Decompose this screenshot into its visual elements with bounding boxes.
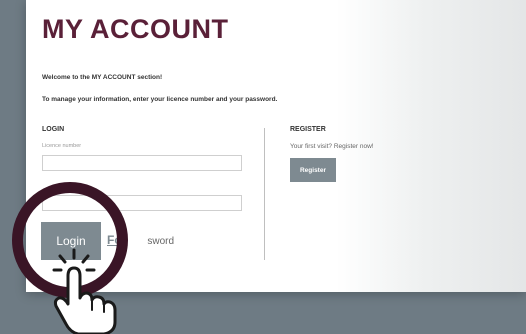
login-heading: LOGIN: [42, 126, 65, 133]
register-button[interactable]: Register: [290, 158, 336, 182]
pointing-hand-icon: [52, 248, 117, 334]
register-prompt: Your first visit? Register now!: [290, 143, 374, 150]
licence-number-label: Licence number: [42, 143, 82, 149]
page-title: MY ACCOUNT: [42, 14, 229, 44]
forgot-link-suffix: sword: [147, 236, 175, 247]
column-divider: [264, 128, 265, 260]
instructions-text: To manage your information, enter your l…: [42, 96, 278, 103]
register-heading: REGISTER: [290, 126, 326, 133]
welcome-text: Welcome to the MY ACCOUNT section!: [42, 74, 163, 81]
licence-number-input[interactable]: [42, 155, 242, 171]
